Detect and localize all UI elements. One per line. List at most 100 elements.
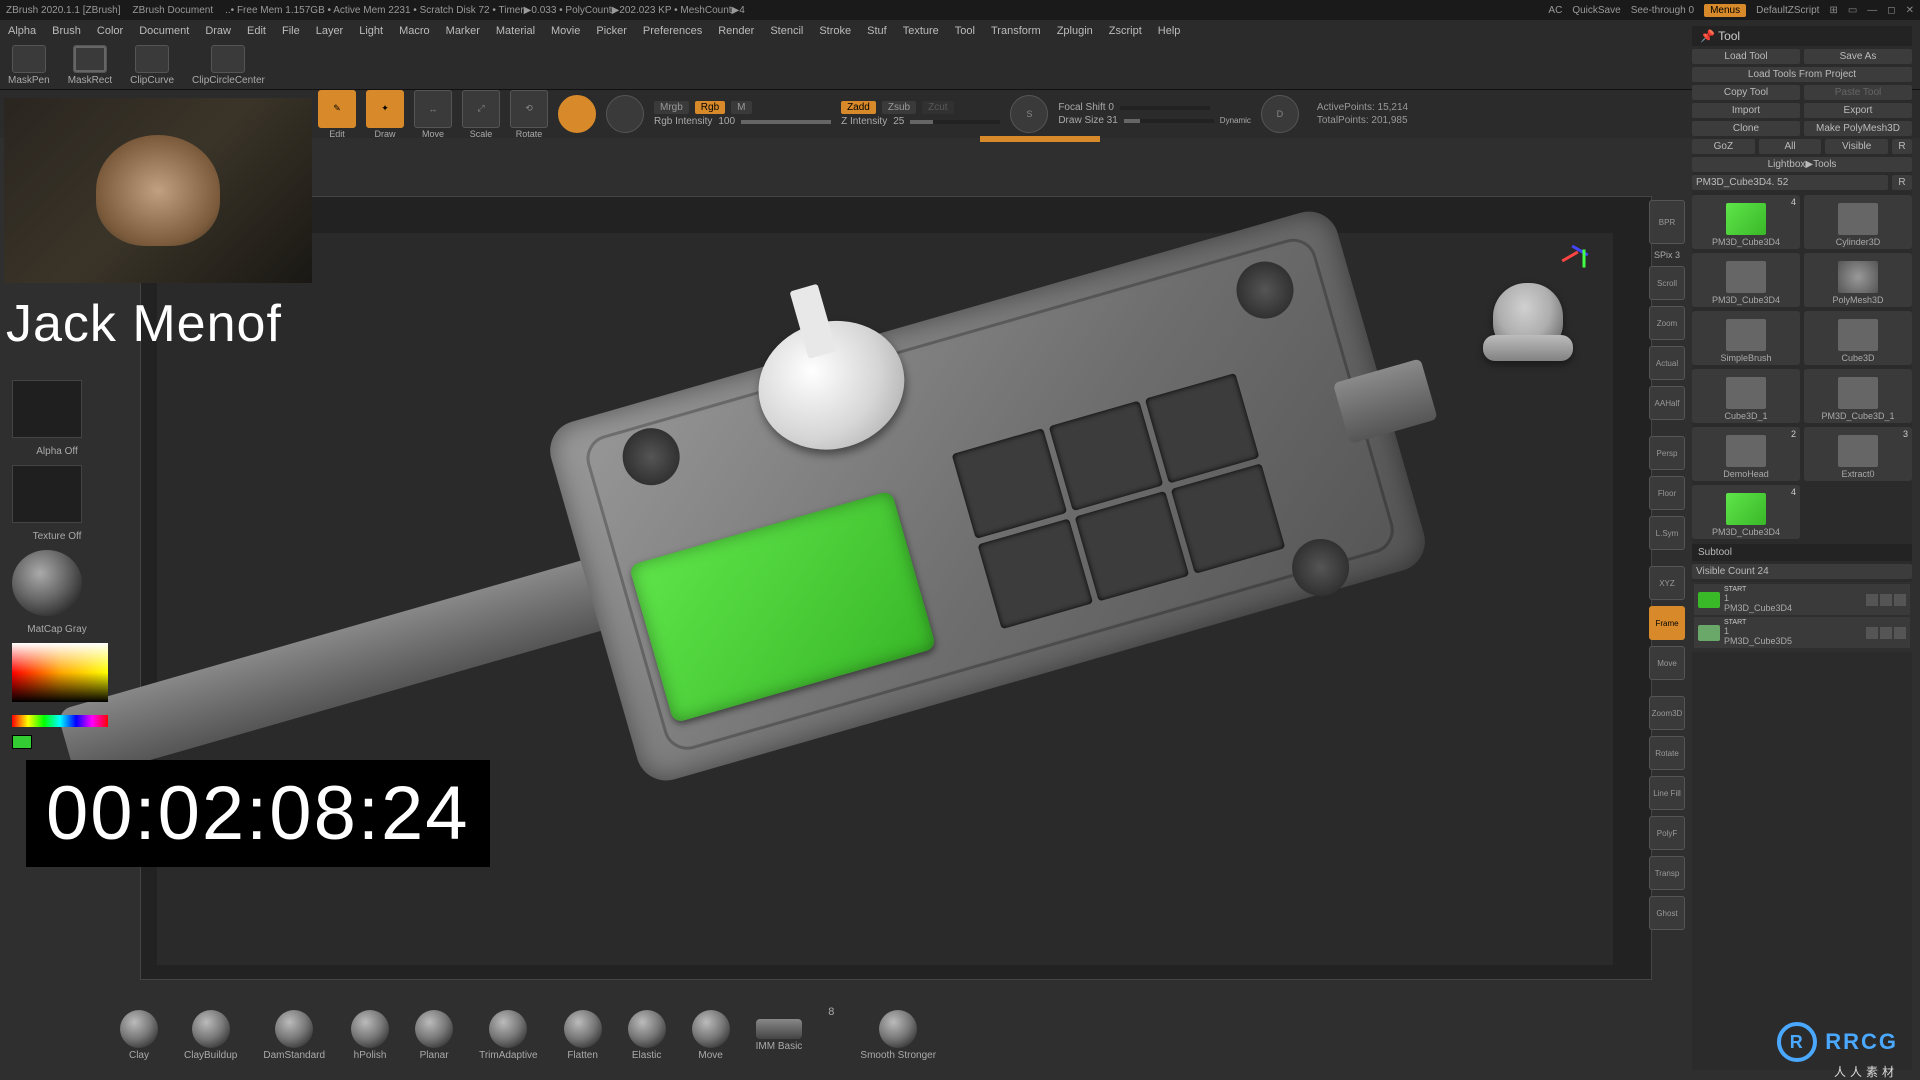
bpr-button[interactable]: BPR	[1649, 200, 1685, 244]
draw-size[interactable]: Draw Size 31	[1058, 115, 1117, 126]
z-intensity-value[interactable]: 25	[893, 116, 904, 127]
menu-alpha[interactable]: Alpha	[8, 25, 36, 37]
min-icon[interactable]: —	[1867, 5, 1877, 16]
export-button[interactable]: Export	[1804, 103, 1912, 118]
import-button[interactable]: Import	[1692, 103, 1800, 118]
strip-xyz[interactable]: XYZ	[1649, 566, 1685, 600]
window-icon[interactable]: ▭	[1848, 5, 1857, 16]
focal-shift[interactable]: Focal Shift 0	[1058, 102, 1114, 113]
tool-tile-3[interactable]: PolyMesh3D	[1804, 253, 1912, 307]
strip-linefill[interactable]: Line Fill	[1649, 776, 1685, 810]
scale-button[interactable]: ⤢	[462, 90, 500, 128]
menu-macro[interactable]: Macro	[399, 25, 430, 37]
load-tool-button[interactable]: Load Tool	[1692, 49, 1800, 64]
clone-button[interactable]: Clone	[1692, 121, 1800, 136]
tool-tile-10[interactable]: 4PM3D_Cube3D4	[1692, 485, 1800, 539]
edit-button[interactable]: ✎	[318, 90, 356, 128]
default-zscript[interactable]: DefaultZScript	[1756, 5, 1819, 16]
rotate-button[interactable]: ⟲	[510, 90, 548, 128]
brush-icon[interactable]	[1880, 627, 1892, 639]
menu-transform[interactable]: Transform	[991, 25, 1041, 37]
pin-icon[interactable]: 📌	[1700, 29, 1715, 43]
s-dial[interactable]: S	[1010, 95, 1048, 133]
alpha-swatch[interactable]	[12, 380, 82, 438]
zsub-button[interactable]: Zsub	[882, 101, 916, 114]
eye-icon[interactable]	[1866, 627, 1878, 639]
brush-move[interactable]: Move	[692, 1010, 730, 1061]
menu-light[interactable]: Light	[359, 25, 383, 37]
lightbox-tools-button[interactable]: Lightbox▶Tools	[1692, 157, 1912, 172]
draw-size-slider[interactable]	[1124, 119, 1214, 123]
gizmo-circle-b[interactable]	[606, 95, 644, 133]
max-icon[interactable]: ◻	[1887, 5, 1895, 16]
strip-lsym[interactable]: L.Sym	[1649, 516, 1685, 550]
brush-damstandard[interactable]: DamStandard	[263, 1010, 325, 1061]
tool-panel-header[interactable]: 📌 Tool	[1692, 26, 1912, 46]
tool-tile-8[interactable]: 2DemoHead	[1692, 427, 1800, 481]
strip-ghost[interactable]: Ghost	[1649, 896, 1685, 930]
mesh-icon[interactable]	[1894, 627, 1906, 639]
menu-stroke[interactable]: Stroke	[819, 25, 851, 37]
mrgb-button[interactable]: Mrgb	[654, 101, 689, 114]
goz-r-button[interactable]: R	[1892, 139, 1912, 154]
draw-button[interactable]: ✦	[366, 90, 404, 128]
strip-polyf[interactable]: PolyF	[1649, 816, 1685, 850]
brush-smoothstronger[interactable]: Smooth Stronger	[860, 1010, 936, 1061]
tool-tile-9[interactable]: 3Extract0	[1804, 427, 1912, 481]
menu-material[interactable]: Material	[496, 25, 535, 37]
menu-movie[interactable]: Movie	[551, 25, 580, 37]
menu-stencil[interactable]: Stencil	[770, 25, 803, 37]
maskrect-tool[interactable]: MaskRect	[68, 45, 112, 86]
m-button[interactable]: M	[731, 101, 751, 114]
subtool-header[interactable]: Subtool	[1692, 544, 1912, 561]
menu-edit[interactable]: Edit	[247, 25, 266, 37]
brush-icon[interactable]	[1880, 594, 1892, 606]
clipcirclecenter-tool[interactable]: ClipCircleCenter	[192, 45, 265, 86]
matcap-swatch[interactable]	[12, 550, 82, 616]
brush-clay[interactable]: Clay	[120, 1010, 158, 1061]
grid-icon[interactable]: ⊞	[1829, 5, 1837, 16]
menu-color[interactable]: Color	[97, 25, 123, 37]
brush-immbasic[interactable]: IMM Basic	[756, 1019, 803, 1052]
menu-document[interactable]: Document	[139, 25, 189, 37]
d-dial[interactable]: D	[1261, 95, 1299, 133]
rgb-button[interactable]: Rgb	[695, 101, 725, 114]
tool-tile-7[interactable]: PM3D_Cube3D_1	[1804, 369, 1912, 423]
visible-count[interactable]: Visible Count 24	[1692, 564, 1912, 579]
strip-aahalf[interactable]: AAHalf	[1649, 386, 1685, 420]
brush-flatten[interactable]: Flatten	[564, 1010, 602, 1061]
menu-render[interactable]: Render	[718, 25, 754, 37]
rgb-intensity-value[interactable]: 100	[718, 116, 735, 127]
strip-move[interactable]: Move	[1649, 646, 1685, 680]
brush-planar[interactable]: Planar	[415, 1010, 453, 1061]
tool-tile-5[interactable]: Cube3D	[1804, 311, 1912, 365]
tool-tile-4[interactable]: SimpleBrush	[1692, 311, 1800, 365]
make-polymesh-button[interactable]: Make PolyMesh3D	[1804, 121, 1912, 136]
tool-tile-2[interactable]: PM3D_Cube3D4	[1692, 253, 1800, 307]
goz-all-button[interactable]: All	[1759, 139, 1822, 154]
focal-shift-slider[interactable]	[1120, 106, 1210, 110]
gizmo-circle-a[interactable]	[558, 95, 596, 133]
menus-button[interactable]: Menus	[1704, 4, 1746, 17]
move-button[interactable]: ↔	[414, 90, 452, 128]
tool-tile-6[interactable]: Cube3D_1	[1692, 369, 1800, 423]
tool-tile-0[interactable]: 4PM3D_Cube3D4	[1692, 195, 1800, 249]
tool-tile-1[interactable]: Cylinder3D	[1804, 195, 1912, 249]
quicksave-button[interactable]: QuickSave	[1572, 5, 1620, 16]
mesh-icon[interactable]	[1894, 594, 1906, 606]
maskpen-tool[interactable]: MaskPen	[8, 45, 50, 86]
see-through-slider[interactable]: See-through 0	[1631, 5, 1694, 16]
menu-brush[interactable]: Brush	[52, 25, 81, 37]
brush-trimadaptive[interactable]: TrimAdaptive	[479, 1010, 538, 1061]
menu-draw[interactable]: Draw	[205, 25, 231, 37]
goz-button[interactable]: GoZ	[1692, 139, 1755, 154]
menu-preferences[interactable]: Preferences	[643, 25, 702, 37]
close-icon[interactable]: ✕	[1906, 5, 1914, 16]
menu-tool[interactable]: Tool	[955, 25, 975, 37]
color-picker[interactable]	[12, 643, 108, 727]
texture-swatch[interactable]	[12, 465, 82, 523]
menu-zplugin[interactable]: Zplugin	[1057, 25, 1093, 37]
brush-elastic[interactable]: Elastic	[628, 1010, 666, 1061]
subtool-item-0[interactable]: START1PM3D_Cube3D4	[1694, 584, 1910, 615]
load-project-button[interactable]: Load Tools From Project	[1692, 67, 1912, 82]
